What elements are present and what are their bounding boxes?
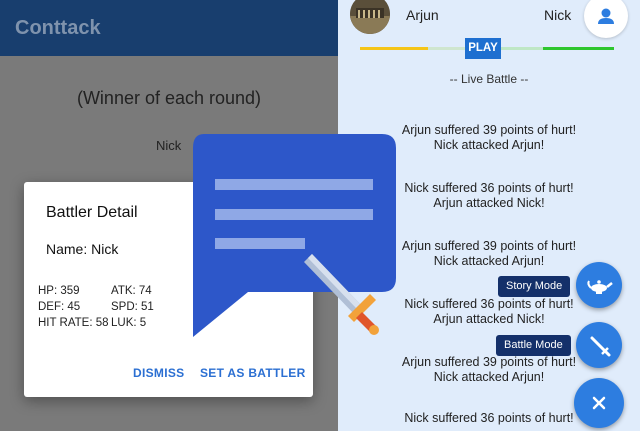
story-mode-button[interactable]	[576, 262, 622, 308]
stat-spd: SPD: 51	[111, 301, 154, 313]
battler-name: Name: Nick	[46, 241, 119, 257]
health-bar-left-empty	[428, 47, 465, 50]
story-mode-label[interactable]: Story Mode	[498, 276, 571, 297]
chat-bubble-sword-icon	[193, 134, 396, 337]
health-bar-right-empty	[501, 47, 543, 50]
person-icon	[598, 8, 614, 24]
close-menu-button[interactable]	[574, 378, 624, 428]
set-as-battler-button[interactable]: SET AS BATTLER	[200, 366, 306, 380]
health-bar-right	[543, 47, 614, 50]
player-right-name: Nick	[544, 7, 572, 23]
app-bar: Conttack	[0, 0, 338, 56]
player-avatar	[350, 0, 390, 34]
stat-hit-rate: HIT RATE: 58	[38, 317, 109, 329]
battle-mode-label[interactable]: Battle Mode	[496, 335, 571, 356]
close-icon	[592, 396, 606, 410]
stat-hp: HP: 359	[38, 285, 80, 297]
stat-atk: ATK: 74	[111, 285, 152, 297]
app-title: Conttack	[15, 17, 101, 39]
live-battle-label: -- Live Battle --	[449, 72, 529, 86]
stat-def: DEF: 45	[38, 301, 81, 313]
profile-button[interactable]	[584, 0, 628, 38]
magic-lamp-icon	[587, 280, 613, 294]
play-button[interactable]: PLAY	[465, 38, 501, 59]
winner-name: Nick	[156, 138, 182, 153]
battle-mode-button[interactable]	[576, 322, 622, 368]
stat-luk: LUK: 5	[111, 317, 147, 329]
sword-icon	[590, 336, 611, 357]
dialog-title: Battler Detail	[46, 204, 138, 221]
dismiss-button[interactable]: DISMISS	[133, 366, 184, 380]
winner-heading: (Winner of each round)	[76, 88, 262, 108]
player-left-name: Arjun	[406, 7, 439, 23]
health-bar-left	[360, 47, 428, 50]
